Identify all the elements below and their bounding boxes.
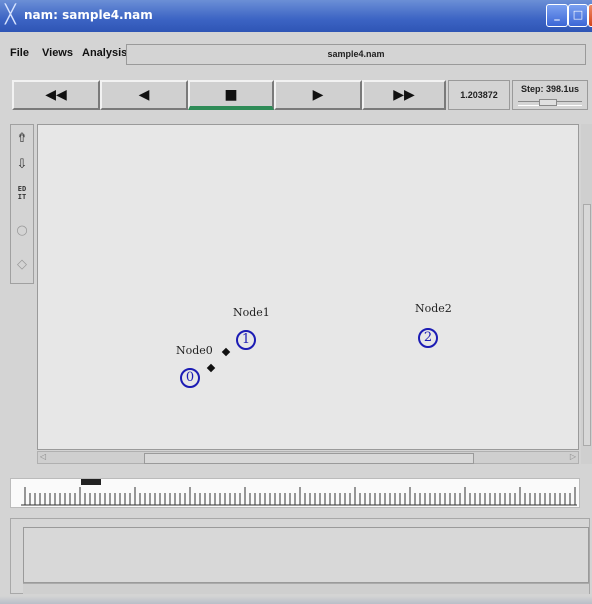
close-button[interactable]	[588, 4, 592, 27]
time-slider-marker[interactable]	[81, 479, 101, 485]
network-node[interactable]: 1	[236, 330, 256, 350]
canvas-vertical-scrollbar[interactable]	[581, 124, 592, 464]
title-bar: ╳ nam: sample4.nam _ □	[0, 0, 592, 32]
network-canvas[interactable]: Node0 0 Node1 1 Node2 2	[37, 124, 579, 450]
play-button[interactable]: ▶	[274, 80, 362, 110]
step-slider-thumb[interactable]	[539, 99, 557, 106]
x11-logo-icon: ╳	[5, 4, 16, 25]
file-name-display: sample4.nam	[126, 44, 586, 65]
time-display: 1.203872	[448, 80, 510, 110]
menu-analysis[interactable]: Analysis	[82, 47, 127, 59]
zoom-in-icon[interactable]: ⇮	[12, 129, 32, 149]
nam-window: ╳ nam: sample4.nam _ □ File Views Analys…	[0, 0, 592, 604]
zoom-out-icon[interactable]: ⇩	[12, 155, 32, 175]
packet-marker	[206, 363, 216, 373]
packet-marker	[221, 347, 231, 357]
circle-tool-icon[interactable]: ○	[12, 221, 32, 241]
node-label: Node0	[176, 344, 213, 357]
annotation-list[interactable]	[23, 527, 589, 583]
rewind-button[interactable]: ◀◀	[12, 80, 100, 110]
annotation-scrollbar[interactable]	[23, 583, 589, 594]
node-label: Node2	[415, 302, 452, 315]
stop-button[interactable]: ■	[188, 80, 274, 110]
canvas-horizontal-scrollbar[interactable]: ◁ ▷	[37, 451, 579, 464]
tool-palette: ⇮ ⇩ ED IT ○ ◇	[10, 124, 34, 284]
time-slider[interactable]	[10, 478, 580, 508]
scroll-thumb[interactable]	[144, 453, 474, 464]
menu-views[interactable]: Views	[42, 47, 73, 59]
menu-file[interactable]: File	[10, 47, 29, 59]
network-node[interactable]: 0	[180, 368, 200, 388]
annotation-panel	[10, 518, 590, 594]
node-label: Node1	[233, 306, 270, 319]
fast-forward-button[interactable]: ▶▶	[362, 80, 446, 110]
window-title: nam: sample4.nam	[24, 8, 153, 22]
network-node[interactable]: 2	[418, 328, 438, 348]
edit-icon[interactable]: ED IT	[12, 183, 32, 203]
window-bottom-edge	[0, 596, 592, 604]
scroll-left-icon[interactable]: ◁	[40, 452, 46, 461]
maximize-button[interactable]: □	[568, 4, 588, 27]
diamond-tool-icon[interactable]: ◇	[12, 255, 32, 275]
scroll-thumb[interactable]	[583, 204, 591, 446]
step-label: Step: 398.1us	[520, 84, 580, 94]
minimize-button[interactable]: _	[546, 4, 568, 27]
step-control: Step: 398.1us	[512, 80, 588, 110]
scroll-right-icon[interactable]: ▷	[570, 452, 576, 461]
step-back-button[interactable]: ◀	[100, 80, 188, 110]
